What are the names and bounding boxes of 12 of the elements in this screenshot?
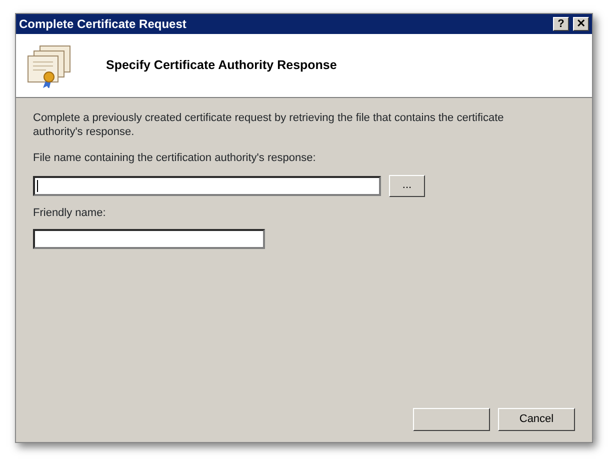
cancel-button[interactable]: Cancel [498, 408, 575, 431]
friendly-name-field[interactable] [33, 229, 265, 249]
page-heading: Specify Certificate Authority Response [106, 57, 337, 74]
title-bar-button[interactable]: ? [553, 17, 569, 31]
dialog-button[interactable] [413, 408, 490, 431]
window-title: Complete Certificate Request [19, 16, 186, 33]
title-bar-button[interactable]: ✕ [573, 17, 589, 31]
file-name-field[interactable] [33, 176, 381, 196]
description-text: Complete a previously created certificate request by retrieving the file that contains the certificate authority's response. [33, 111, 505, 139]
field-label: File name containing the certification authority's response: [33, 151, 317, 166]
browse-button[interactable]: ... [389, 174, 425, 196]
field-label: Friendly name: [33, 206, 107, 220]
